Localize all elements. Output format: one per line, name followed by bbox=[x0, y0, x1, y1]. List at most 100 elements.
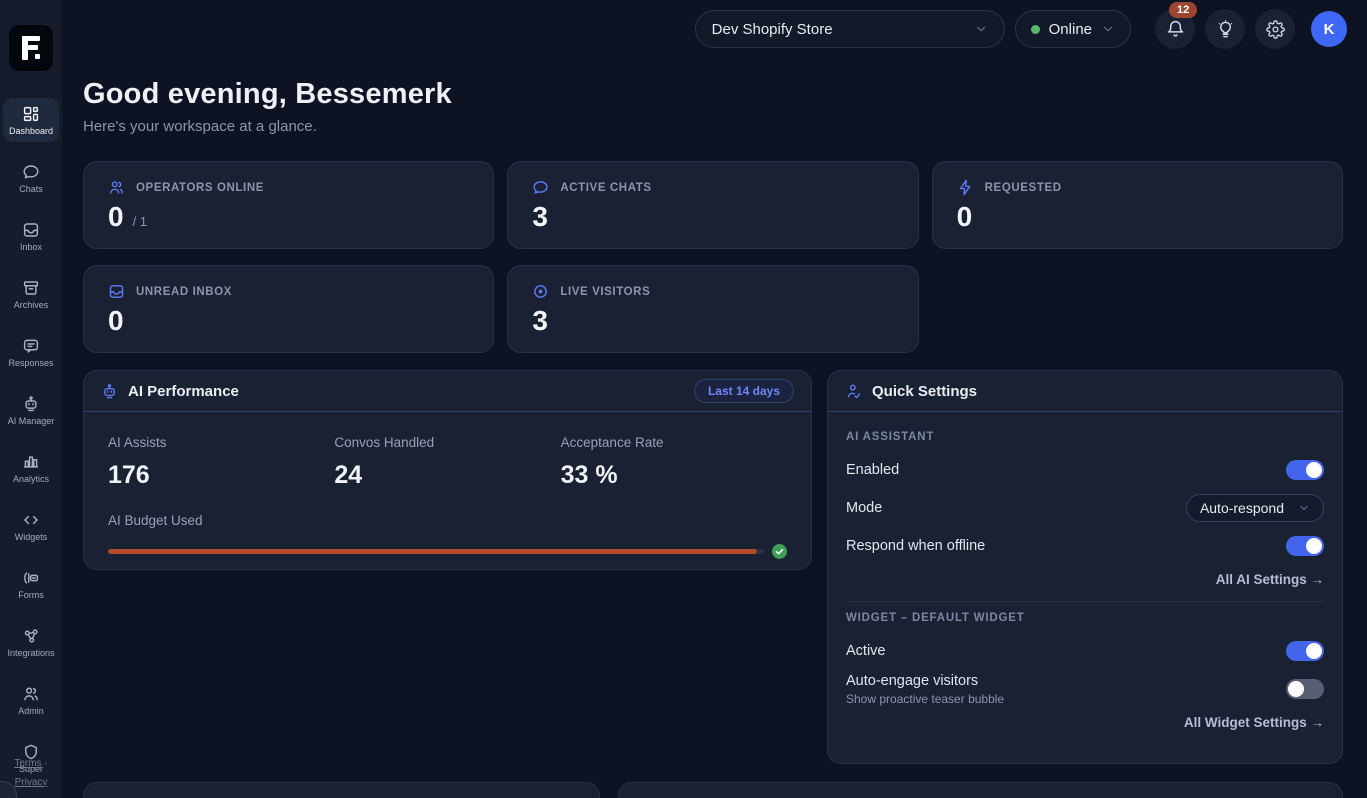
metric-label: Acceptance Rate bbox=[561, 435, 787, 450]
stat-card-unread-inbox[interactable]: UNREAD INBOX 0 bbox=[83, 265, 494, 353]
sidebar-item-responses[interactable]: Responses bbox=[3, 330, 59, 374]
respond-offline-toggle[interactable] bbox=[1286, 536, 1324, 556]
ai-performance-panel: AI Performance Last 14 days AI Assists 1… bbox=[83, 370, 812, 570]
lightbulb-icon bbox=[1216, 20, 1235, 39]
budget-label: AI Budget Used bbox=[108, 513, 787, 528]
stat-card-requested[interactable]: REQUESTED 0 bbox=[932, 161, 1343, 249]
store-selector-value: Dev Shopify Store bbox=[712, 21, 833, 38]
archive-box-icon bbox=[22, 279, 40, 297]
stat-value: 0 bbox=[957, 201, 973, 233]
all-ai-settings-link[interactable]: All AI Settings → bbox=[1216, 572, 1324, 587]
stat-card-active-chats[interactable]: ACTIVE CHATS 3 bbox=[507, 161, 918, 249]
setting-sublabel: Show proactive teaser bubble bbox=[846, 692, 1004, 706]
sidebar-item-analytics[interactable]: Analytics bbox=[3, 446, 59, 490]
panels-row: AI Performance Last 14 days AI Assists 1… bbox=[83, 370, 1343, 764]
section-title-ai-assistant: AI ASSISTANT bbox=[846, 431, 1324, 443]
setting-row-respond-offline: Respond when offline bbox=[846, 527, 1324, 565]
topbar: Dev Shopify Store Online 12 bbox=[62, 0, 1367, 58]
sidebar-item-label: Inbox bbox=[20, 242, 42, 252]
sidebar-item-label: Admin bbox=[18, 706, 44, 716]
status-selector[interactable]: Online bbox=[1015, 10, 1131, 48]
sidebar-item-label: Integrations bbox=[7, 648, 54, 658]
auto-engage-toggle[interactable] bbox=[1286, 679, 1324, 699]
metric-ai-assists: AI Assists 176 bbox=[108, 435, 334, 490]
setting-label: Auto-engage visitors bbox=[846, 673, 1004, 689]
terms-link[interactable]: Terms bbox=[14, 758, 41, 769]
setting-row-active: Active bbox=[846, 632, 1324, 670]
inbox-icon bbox=[22, 221, 40, 239]
notification-count-badge: 12 bbox=[1169, 2, 1197, 18]
page-subtitle: Here's your workspace at a glance. bbox=[83, 118, 1343, 135]
bottom-panels-row: Team View Team Recent Co bbox=[83, 782, 1343, 798]
all-widget-settings-link[interactable]: All Widget Settings → bbox=[1184, 715, 1324, 730]
stat-value: 3 bbox=[532, 305, 548, 337]
gear-icon bbox=[1266, 20, 1285, 39]
widget-active-toggle[interactable] bbox=[1286, 641, 1324, 661]
setting-label: Respond when offline bbox=[846, 538, 985, 554]
metric-value: 176 bbox=[108, 461, 334, 490]
privacy-link[interactable]: Privacy bbox=[15, 777, 48, 788]
stat-label: UNREAD INBOX bbox=[136, 286, 232, 298]
tips-button[interactable] bbox=[1205, 9, 1245, 49]
code-brackets-icon bbox=[22, 511, 40, 529]
period-badge[interactable]: Last 14 days bbox=[694, 379, 794, 403]
footer-separator: · bbox=[44, 758, 47, 769]
store-selector[interactable]: Dev Shopify Store bbox=[695, 10, 1005, 48]
dashboard-icon bbox=[22, 105, 40, 123]
sidebar-item-dashboard[interactable]: Dashboard bbox=[3, 98, 59, 142]
setting-label: Mode bbox=[846, 500, 882, 516]
stat-card-operators-online[interactable]: OPERATORS ONLINE 0 / 1 bbox=[83, 161, 494, 249]
setting-row-auto-engage: Auto-engage visitors Show proactive teas… bbox=[846, 670, 1324, 708]
lightning-bolt-icon bbox=[957, 179, 974, 196]
chat-bubble-icon bbox=[532, 179, 549, 196]
notifications-button[interactable]: 12 bbox=[1155, 9, 1195, 49]
app-root: Dashboard Chats Inbox bbox=[0, 0, 1367, 798]
sidebar-item-label: AI Manager bbox=[8, 416, 55, 426]
sidebar-item-label: Archives bbox=[14, 300, 49, 310]
enabled-toggle[interactable] bbox=[1286, 460, 1324, 480]
stat-suffix: / 1 bbox=[133, 214, 147, 229]
sidebar-item-label: Dashboard bbox=[9, 126, 53, 136]
response-bubble-icon bbox=[22, 337, 40, 355]
chevron-down-icon bbox=[974, 22, 988, 36]
metric-value: 33 % bbox=[561, 461, 787, 490]
sidebar-item-label: Chats bbox=[19, 184, 43, 194]
sidebar-item-widgets[interactable]: Widgets bbox=[3, 504, 59, 548]
check-circle-icon bbox=[772, 544, 787, 559]
metric-label: Convos Handled bbox=[334, 435, 560, 450]
online-status-dot bbox=[1031, 25, 1040, 34]
metric-convos-handled: Convos Handled 24 bbox=[334, 435, 560, 490]
person-check-icon bbox=[845, 383, 862, 400]
stat-label: ACTIVE CHATS bbox=[560, 182, 651, 194]
setting-label: Enabled bbox=[846, 462, 899, 478]
mode-select[interactable]: Auto-respond bbox=[1186, 494, 1324, 522]
sidebar-item-archives[interactable]: Archives bbox=[3, 272, 59, 316]
user-avatar[interactable]: K bbox=[1311, 11, 1347, 47]
sidebar-item-admin[interactable]: Admin bbox=[3, 678, 59, 722]
integration-nodes-icon bbox=[22, 627, 40, 645]
sidebar-item-label: Responses bbox=[8, 358, 53, 368]
recent-conversations-panel: Recent Conversations View All bbox=[618, 782, 1343, 798]
stat-value: 0 bbox=[108, 201, 124, 233]
panel-title: Quick Settings bbox=[872, 383, 977, 400]
app-logo[interactable] bbox=[9, 25, 53, 71]
metric-acceptance-rate: Acceptance Rate 33 % bbox=[561, 435, 787, 490]
status-value: Online bbox=[1049, 21, 1092, 38]
main-area: Dev Shopify Store Online 12 bbox=[62, 0, 1367, 798]
divider bbox=[846, 601, 1324, 602]
sidebar-item-forms[interactable]: Forms bbox=[3, 562, 59, 606]
budget-progress bbox=[108, 544, 787, 559]
sidebar-item-ai-manager[interactable]: AI Manager bbox=[3, 388, 59, 432]
stat-value: 3 bbox=[532, 201, 548, 233]
settings-button[interactable] bbox=[1255, 9, 1295, 49]
sidebar-item-inbox[interactable]: Inbox bbox=[3, 214, 59, 258]
sidebar-item-integrations[interactable]: Integrations bbox=[3, 620, 59, 664]
stat-card-live-visitors[interactable]: LIVE VISITORS 3 bbox=[507, 265, 918, 353]
stat-label: OPERATORS ONLINE bbox=[136, 182, 264, 194]
section-title-widget: WIDGET – DEFAULT WIDGET bbox=[846, 612, 1324, 624]
dashboard-content: Good evening, Bessemerk Here's your work… bbox=[62, 58, 1367, 798]
formilla-logo-icon bbox=[18, 34, 44, 62]
sidebar-item-label: Forms bbox=[18, 590, 44, 600]
sidebar-item-chats[interactable]: Chats bbox=[3, 156, 59, 200]
stat-value: 0 bbox=[108, 305, 124, 337]
